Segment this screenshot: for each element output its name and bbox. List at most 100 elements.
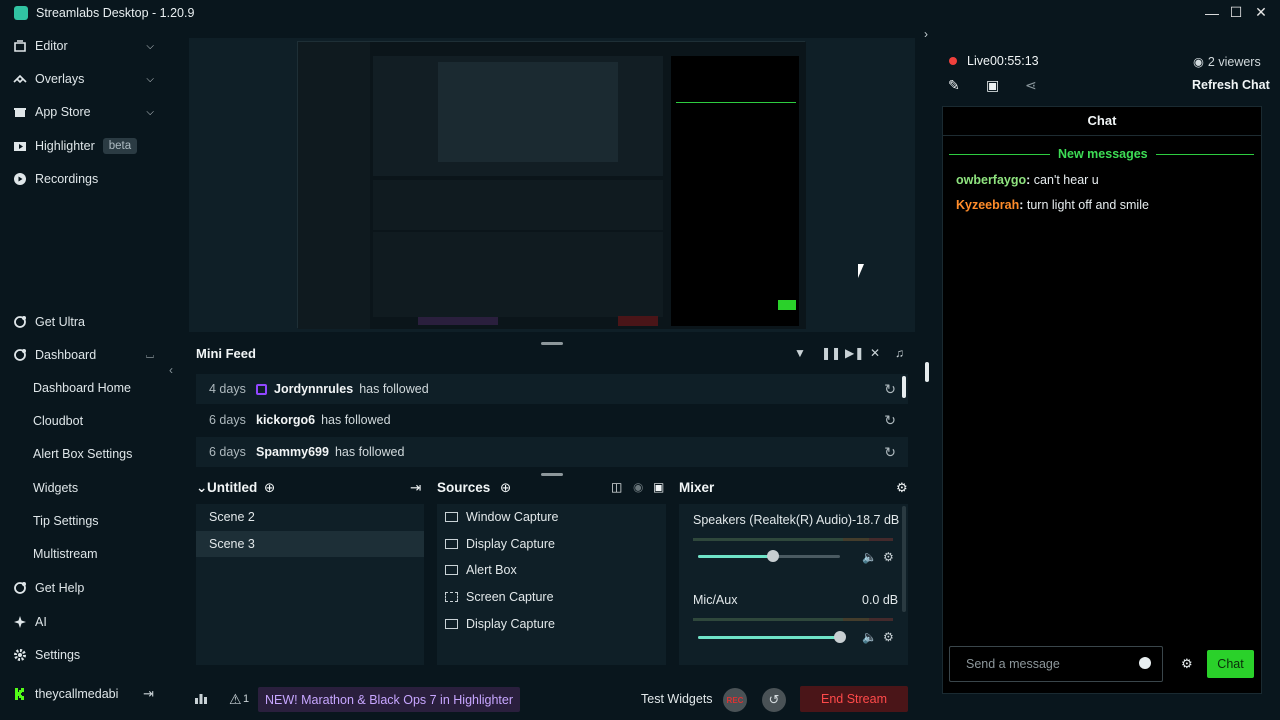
volume-slider-knob[interactable]: [834, 631, 846, 643]
display-capture-icon: [445, 619, 458, 629]
chevron-up-icon: ⌴: [146, 349, 154, 361]
nav-dashboard[interactable]: Dashboard ⌴: [12, 343, 162, 367]
add-scene-icon[interactable]: ⊕: [264, 480, 275, 496]
emote-icon[interactable]: [1139, 657, 1151, 669]
source-visibility-icon[interactable]: ◉: [633, 480, 643, 494]
replay-alert-icon[interactable]: ↻: [884, 412, 896, 429]
share-icon[interactable]: ⋖: [1025, 77, 1037, 94]
nav-get-ultra-label: Get Ultra: [35, 315, 86, 329]
feed-event: 4 days Jordynnrules has followed ↻: [196, 374, 908, 404]
app-store-icon: [12, 104, 28, 120]
collapse-sidebar-icon[interactable]: ‹: [169, 363, 173, 377]
account-name: theycallmedabi: [35, 687, 119, 701]
main-scrollbar[interactable]: [925, 362, 929, 382]
source-item-label: Display Capture: [466, 537, 555, 551]
source-item[interactable]: Display Capture: [445, 531, 555, 557]
logout-icon[interactable]: ⇥: [143, 686, 154, 702]
mixer-channel-db: 0.0 dB: [862, 593, 899, 607]
pause-icon[interactable]: ❚❚: [821, 346, 841, 360]
feed-event-time: 4 days: [209, 382, 246, 396]
chat-username[interactable]: Kyzeebrah: [956, 198, 1019, 212]
nav-overlays[interactable]: Overlays ⌵: [12, 67, 162, 91]
mixer-channel-name: Speakers (Realtek(R) Audio): [693, 513, 853, 527]
chevron-down-icon: ⌵: [146, 106, 154, 118]
nav-alert-box-settings[interactable]: Alert Box Settings: [33, 443, 132, 465]
replay-buffer-icon[interactable]: ↺: [762, 688, 786, 712]
record-button[interactable]: REC: [723, 688, 747, 712]
volume-icon[interactable]: ♫: [895, 346, 904, 360]
source-item[interactable]: Display Capture: [445, 611, 555, 637]
mute-alerts-icon[interactable]: ✕: [870, 346, 880, 360]
filter-icon[interactable]: ▼: [794, 346, 806, 360]
volume-slider[interactable]: [698, 631, 846, 643]
streamlabs-logo-icon: [14, 5, 28, 20]
chat-username[interactable]: owberfaygo: [956, 173, 1026, 187]
channel-gear-icon[interactable]: ⚙: [883, 550, 894, 564]
replay-alert-icon[interactable]: ↻: [884, 381, 896, 398]
warning-icon[interactable]: ⚠: [229, 691, 242, 708]
news-banner[interactable]: NEW! Marathon & Black Ops 7 in Highlight…: [258, 687, 521, 712]
feed-event-time: 6 days: [209, 413, 246, 427]
volume-slider[interactable]: [698, 550, 840, 562]
nav-get-ultra[interactable]: Get Ultra: [12, 310, 162, 334]
source-item[interactable]: Alert Box: [445, 557, 517, 583]
scene-transition-icon[interactable]: ⇥: [410, 480, 421, 496]
skip-icon[interactable]: ▶❚: [845, 346, 864, 360]
channel-gear-icon[interactable]: ⚙: [883, 630, 894, 644]
chat-input[interactable]: [950, 647, 1162, 681]
source-settings-icon[interactable]: ◫: [611, 480, 622, 494]
nav-dashboard-home[interactable]: Dashboard Home: [33, 377, 131, 399]
resize-handle[interactable]: [541, 342, 563, 345]
scene-item[interactable]: Scene 2: [196, 504, 424, 530]
mixer-settings-gear-icon[interactable]: ⚙: [896, 480, 908, 496]
beta-badge: beta: [102, 138, 138, 154]
nav-dashboard-label: Dashboard: [35, 348, 97, 362]
live-time: 00:55:13: [989, 54, 1039, 68]
scenes-collapse-icon[interactable]: ⌄: [196, 480, 207, 496]
nav-settings[interactable]: Settings: [12, 643, 162, 667]
source-item[interactable]: Window Capture: [445, 504, 558, 530]
nav-get-help[interactable]: Get Help: [12, 576, 162, 600]
volume-slider-fill: [698, 636, 840, 639]
account-row[interactable]: theycallmedabi ⇥: [12, 682, 162, 706]
camera-icon[interactable]: ▣: [986, 77, 999, 94]
eye-icon: ◉: [1193, 55, 1204, 69]
scene-item-selected[interactable]: Scene 3: [196, 531, 424, 557]
chat-settings-gear-icon[interactable]: ⚙: [1181, 656, 1193, 672]
pencil-icon[interactable]: ✎: [948, 77, 960, 94]
nav-settings-label: Settings: [35, 648, 81, 662]
add-source-icon[interactable]: ⊕: [500, 480, 511, 496]
test-widgets-button[interactable]: Test Widgets: [641, 692, 713, 706]
nav-app-store-label: App Store: [35, 105, 91, 119]
speaker-mute-icon[interactable]: 🔈: [862, 550, 877, 564]
overlays-icon: [12, 71, 28, 87]
nav-recordings[interactable]: Recordings: [12, 167, 162, 191]
nav-multistream[interactable]: Multistream: [33, 543, 98, 565]
resize-handle[interactable]: [541, 473, 563, 476]
replay-alert-icon[interactable]: ↻: [884, 444, 896, 461]
mic-mute-icon[interactable]: 🔈: [862, 630, 877, 644]
add-folder-icon[interactable]: ▣: [653, 480, 664, 494]
scene-collection-title[interactable]: Untitled: [207, 480, 257, 495]
nav-cloudbot[interactable]: Cloudbot: [33, 410, 83, 432]
mixer-scrollbar[interactable]: [902, 506, 906, 612]
nav-widgets[interactable]: Widgets: [33, 477, 78, 499]
nav-ai[interactable]: AI: [12, 610, 162, 634]
close-button[interactable]: ✕: [1246, 0, 1276, 25]
refresh-chat-button[interactable]: Refresh Chat: [1192, 78, 1270, 92]
chevron-right-icon[interactable]: ›: [924, 27, 928, 41]
volume-slider-knob[interactable]: [767, 550, 779, 562]
source-item[interactable]: Screen Capture: [445, 584, 554, 610]
chat-text: can't hear u: [1030, 173, 1099, 187]
nav-highlighter[interactable]: Highlighter beta: [12, 134, 162, 158]
nav-app-store[interactable]: App Store ⌵: [12, 100, 162, 124]
end-stream-button[interactable]: End Stream: [800, 686, 908, 712]
nav-editor[interactable]: Editor ⌵: [12, 34, 162, 58]
new-messages-label: New messages: [1050, 147, 1156, 161]
recordings-icon: [12, 171, 28, 187]
send-chat-button[interactable]: Chat: [1207, 650, 1254, 678]
performance-chart-icon[interactable]: [194, 691, 208, 708]
nav-tip-settings[interactable]: Tip Settings: [33, 510, 99, 532]
feed-scrollbar[interactable]: [902, 376, 906, 398]
display-capture-icon: [445, 539, 458, 549]
